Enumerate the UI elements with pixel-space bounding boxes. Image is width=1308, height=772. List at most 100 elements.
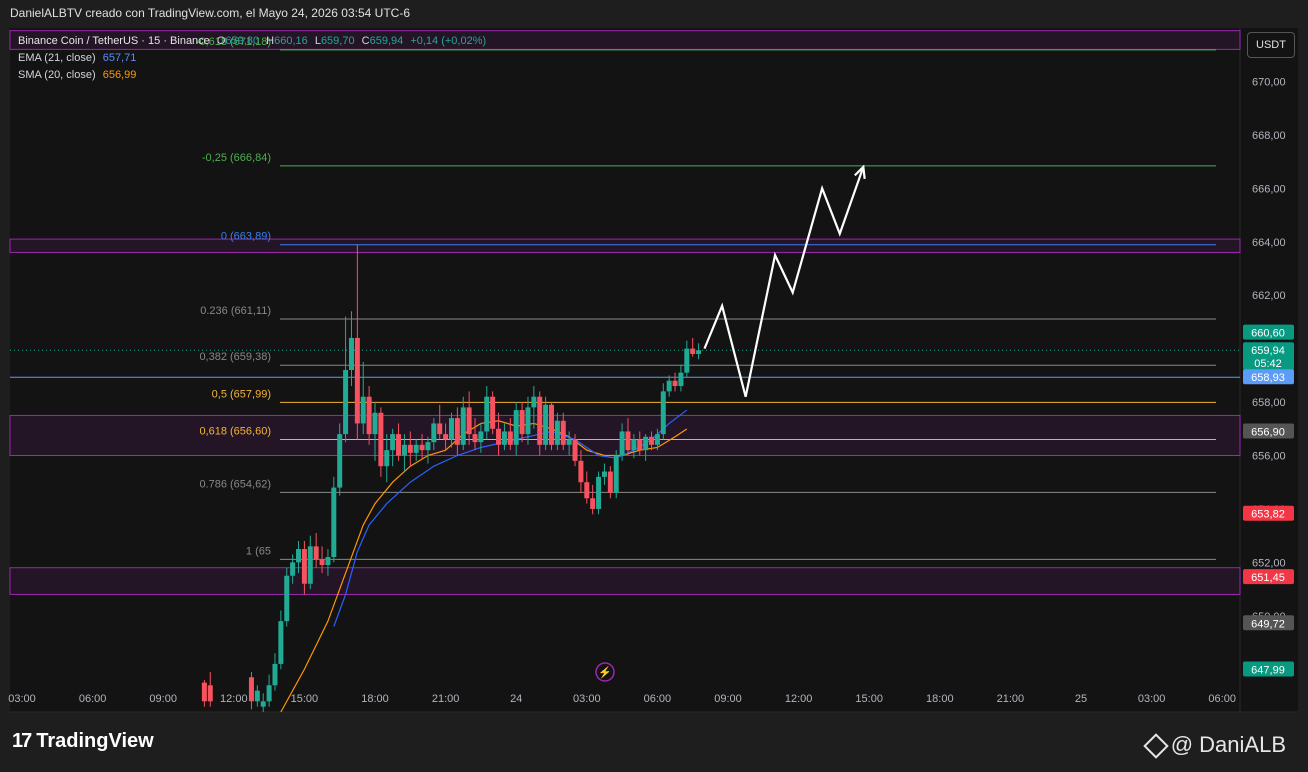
candle-body [660, 391, 666, 435]
candle-body [619, 431, 625, 456]
fib-level-label: 0.236 (661,11) [200, 305, 271, 317]
candle-body [631, 439, 637, 451]
symbol-name: Binance Coin / TetherUS · 15 · Binance [18, 35, 210, 47]
sma-legend[interactable]: SMA (20, close) 656,99 [18, 69, 140, 81]
candle-body [496, 428, 502, 445]
candle-body [490, 396, 496, 429]
price-axis-label: 660,60 [1251, 328, 1285, 340]
time-tick-label: 21:00 [997, 693, 1025, 705]
candle-body [378, 412, 384, 467]
candle-body [625, 431, 631, 451]
ohlc-close: C659,94 [361, 35, 404, 47]
candle-body [649, 436, 655, 445]
candle-body [696, 350, 702, 354]
ohlc-change: +0,14 (+0,02%) [410, 35, 487, 47]
time-tick-label: 18:00 [926, 693, 954, 705]
time-tick-label: 09:00 [149, 693, 177, 705]
tradingview-logo-icon: 17 [12, 730, 32, 752]
candle-body [601, 471, 607, 477]
candle-body [478, 431, 484, 443]
candle-body [272, 663, 278, 686]
time-tick-label: 18:00 [361, 693, 389, 705]
candle-body [531, 396, 537, 408]
candle-body [366, 396, 372, 435]
candle-body [572, 439, 578, 461]
candle-body [554, 420, 560, 445]
supply-demand-zone [9, 238, 1241, 253]
price-axis-label: 647,99 [1251, 665, 1285, 677]
time-tick-label: 09:00 [714, 693, 742, 705]
candle-body [637, 439, 643, 451]
candle-body [437, 423, 443, 435]
ohlc-open: O659,80 [216, 35, 260, 47]
candle-body [343, 370, 349, 435]
candle-body [507, 431, 513, 445]
candle-body [296, 549, 302, 563]
candle-body [613, 455, 619, 493]
candle-body [407, 444, 413, 453]
candle-body [566, 439, 572, 445]
ohlc-low: L659,70 [314, 35, 355, 47]
candle-body [307, 546, 313, 584]
candle-body [337, 434, 343, 488]
candle-body [360, 396, 366, 424]
candle-body [254, 690, 260, 702]
candle-body [466, 407, 472, 435]
candle-body [260, 701, 266, 707]
binance-diamond-icon [1142, 733, 1169, 759]
candle-body [266, 685, 272, 702]
candle-body [201, 682, 207, 702]
candle-body [607, 471, 613, 493]
candle-body [278, 621, 284, 664]
candle-body [419, 444, 425, 451]
time-tick-label: 06:00 [644, 693, 672, 705]
price-axis-label: 656,90 [1251, 426, 1285, 438]
price-tick-label: 664,00 [1252, 237, 1286, 249]
candle-body [384, 450, 390, 467]
symbol-legend: Binance Coin / TetherUS · 15 · Binance O… [18, 35, 490, 47]
candle-body [678, 372, 684, 387]
candle-body [549, 404, 554, 445]
currency-unit-button[interactable]: USDT [1247, 32, 1295, 58]
price-chart[interactable]: -0,618 (671,18)-0,25 (666,84)0 (663,89)0… [0, 0, 1308, 772]
candle-body [301, 549, 307, 584]
candle-body [643, 436, 649, 451]
candle-body [484, 396, 490, 432]
plot-area [10, 28, 1240, 712]
ohlc-high: H660,16 [266, 35, 308, 47]
candle-body [584, 482, 590, 499]
candle-body [690, 348, 696, 354]
candle-body [325, 557, 331, 566]
candle-body [425, 442, 431, 451]
candle-body [248, 677, 254, 702]
fib-level-label: -0,25 (666,84) [202, 152, 271, 164]
time-tick-label: 12:00 [785, 693, 813, 705]
candle-body [590, 498, 596, 509]
price-axis-label: 659,94 [1251, 345, 1285, 357]
candle-body [472, 434, 478, 443]
candle-body [460, 407, 466, 445]
candle-body [443, 434, 449, 440]
time-tick-label: 21:00 [432, 693, 460, 705]
candle-body [448, 418, 454, 440]
price-tick-label: 668,00 [1252, 130, 1286, 142]
tradingview-logo[interactable]: 17 TradingView [12, 730, 154, 753]
candle-body [501, 431, 507, 445]
candle-body [284, 575, 290, 622]
price-tick-label: 662,00 [1252, 290, 1286, 302]
lightning-glyph: ⚡ [598, 666, 612, 679]
candle-body [354, 337, 360, 424]
price-tick-label: 658,00 [1252, 397, 1286, 409]
fib-level-label: 0,5 (657,99) [212, 388, 271, 400]
candle-body [525, 407, 531, 435]
bar-countdown: 05:42 [1254, 358, 1282, 370]
time-tick-label: 06:00 [1208, 693, 1236, 705]
fib-level-label: 0 (663,89) [221, 231, 271, 243]
ema-legend[interactable]: EMA (21, close) 657,71 [18, 52, 140, 64]
ema-value: 657,71 [102, 52, 137, 64]
time-tick-label: 12:00 [220, 693, 248, 705]
price-tick-label: 670,00 [1252, 76, 1286, 88]
candle-body [431, 423, 437, 443]
price-tick-label: 652,00 [1252, 557, 1286, 569]
candle-body [396, 434, 402, 456]
